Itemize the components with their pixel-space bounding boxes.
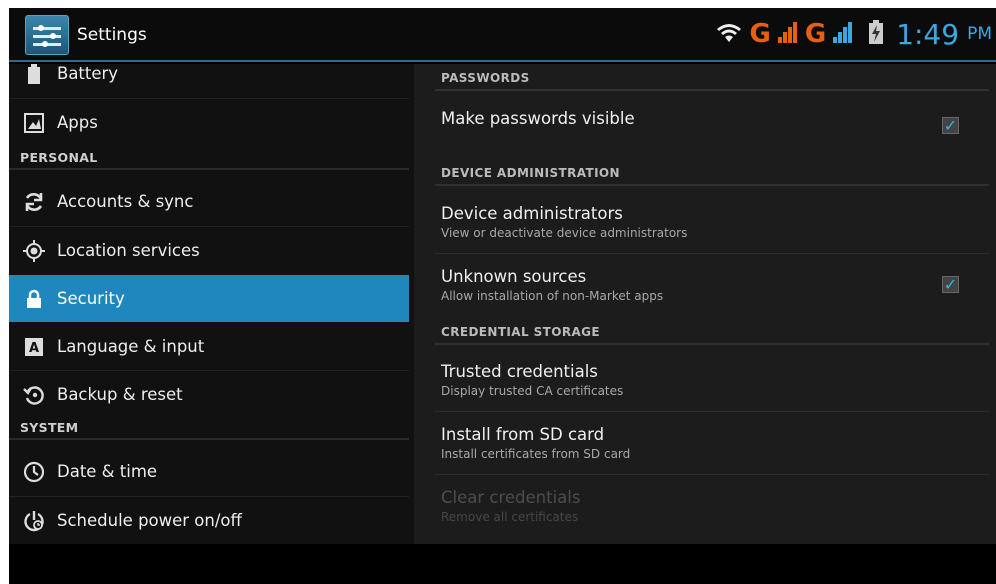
section-header-passwords: PASSWORDS bbox=[435, 67, 989, 91]
make-passwords-visible-item[interactable]: Make passwords visible bbox=[435, 109, 989, 128]
item-summary: Allow installation of non-Market apps bbox=[441, 289, 664, 303]
make-passwords-visible-checkbox[interactable]: ✓ bbox=[942, 117, 959, 134]
sidebar-item-language-input[interactable]: A Language & input bbox=[9, 323, 409, 370]
svg-text:A: A bbox=[29, 341, 39, 356]
item-summary: Install certificates from SD card bbox=[441, 447, 631, 461]
system-navigation-bar bbox=[9, 544, 996, 584]
sidebar-item-label: Location services bbox=[57, 241, 200, 260]
clear-credentials-item: Clear credentials Remove all certificate… bbox=[435, 488, 989, 524]
sidebar-item-label: Security bbox=[57, 289, 125, 308]
sidebar-item-label: Backup & reset bbox=[57, 385, 183, 404]
unknown-sources-checkbox[interactable]: ✓ bbox=[942, 276, 959, 293]
item-title: Device administrators bbox=[441, 204, 623, 223]
signal-sim1-icon bbox=[777, 20, 799, 48]
network-type-2: G bbox=[804, 19, 827, 49]
lock-icon bbox=[11, 289, 57, 309]
sidebar-item-label: Date & time bbox=[57, 462, 158, 481]
settings-app-icon[interactable] bbox=[25, 15, 69, 55]
item-title: Trusted credentials bbox=[441, 362, 598, 381]
clock-icon bbox=[11, 461, 57, 483]
apps-icon bbox=[11, 112, 57, 133]
install-from-sd-card-item[interactable]: Install from SD card Install certificate… bbox=[435, 425, 989, 461]
security-settings-panel: PASSWORDS Make passwords visible ✓ DEVIC… bbox=[414, 64, 996, 544]
sidebar-item-label: Accounts & sync bbox=[57, 192, 194, 211]
backup-icon bbox=[11, 384, 57, 406]
tablet-screen: Settings G G 1:49 PM Battery Apps PERSON… bbox=[9, 8, 996, 584]
network-type-1: G bbox=[749, 19, 771, 49]
divider bbox=[435, 474, 989, 475]
sync-icon bbox=[11, 191, 57, 213]
clock-time: 1:49 bbox=[896, 17, 960, 51]
section-header-credential-storage: CREDENTIAL STORAGE bbox=[435, 321, 989, 345]
item-summary: Remove all certificates bbox=[441, 510, 579, 524]
battery-charging-icon bbox=[868, 20, 884, 48]
sidebar-item-schedule-power[interactable]: Schedule power on/off bbox=[9, 497, 409, 544]
trusted-credentials-item[interactable]: Trusted credentials Display trusted CA c… bbox=[435, 362, 989, 398]
divider bbox=[435, 253, 989, 254]
sidebar-item-battery[interactable]: Battery bbox=[9, 64, 409, 97]
sidebar-item-accounts-sync[interactable]: Accounts & sync bbox=[9, 178, 409, 225]
sidebar-item-date-time[interactable]: Date & time bbox=[9, 448, 409, 495]
item-summary: Display trusted CA certificates bbox=[441, 384, 624, 398]
sidebar-item-label: Schedule power on/off bbox=[57, 511, 242, 530]
section-header-device-administration: DEVICE ADMINISTRATION bbox=[435, 162, 989, 186]
app-title: Settings bbox=[77, 25, 147, 45]
location-icon bbox=[11, 239, 57, 262]
sidebar-item-security[interactable]: Security bbox=[9, 275, 409, 322]
unknown-sources-item[interactable]: Unknown sources Allow installation of no… bbox=[435, 267, 989, 303]
section-header-personal: PERSONAL bbox=[9, 146, 409, 170]
sidebar-item-backup-reset[interactable]: Backup & reset bbox=[9, 371, 409, 418]
keyboard-icon: A bbox=[11, 337, 57, 356]
sidebar-item-apps[interactable]: Apps bbox=[9, 99, 409, 146]
sidebar-item-label: Apps bbox=[57, 113, 98, 132]
wifi-icon bbox=[714, 20, 744, 48]
settings-category-list: Battery Apps PERSONAL Accounts & sync Lo… bbox=[9, 64, 414, 544]
battery-icon bbox=[11, 64, 57, 84]
item-summary: View or deactivate device administrators bbox=[441, 226, 688, 240]
item-title: Make passwords visible bbox=[441, 109, 635, 128]
sidebar-item-label: Language & input bbox=[57, 337, 205, 356]
item-title: Unknown sources bbox=[441, 267, 587, 286]
item-title: Install from SD card bbox=[441, 425, 605, 444]
sidebar-item-label: Battery bbox=[57, 64, 119, 83]
device-administrators-item[interactable]: Device administrators View or deactivate… bbox=[435, 204, 989, 240]
status-bar: G G 1:49 PM bbox=[714, 14, 992, 54]
divider bbox=[435, 411, 989, 412]
section-header-system: SYSTEM bbox=[9, 416, 409, 440]
signal-sim2-icon bbox=[832, 20, 854, 48]
clock-ampm: PM bbox=[967, 24, 992, 44]
action-bar: Settings G G 1:49 PM bbox=[9, 8, 996, 62]
sidebar-item-location-services[interactable]: Location services bbox=[9, 227, 409, 274]
power-schedule-icon bbox=[11, 510, 57, 532]
item-title: Clear credentials bbox=[441, 488, 581, 507]
